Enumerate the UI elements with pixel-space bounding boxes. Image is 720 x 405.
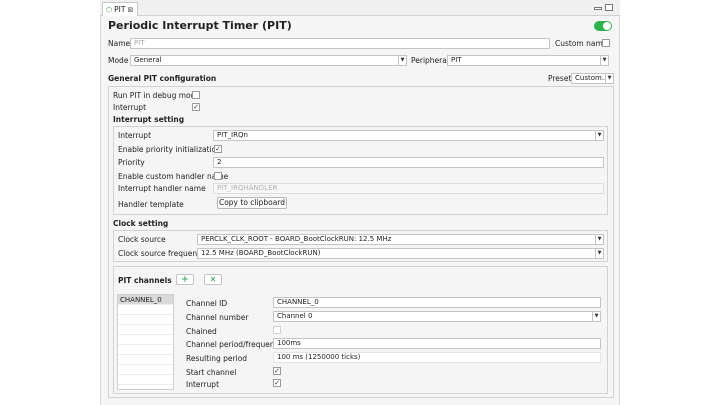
priority-label: Priority [118,158,145,167]
list-item-empty [118,365,173,375]
custom-name-checkbox[interactable] [602,39,610,47]
preset-select[interactable]: Custom... ▼ [571,73,614,84]
chevron-down-icon: ▼ [600,56,608,65]
channel-interrupt-checkbox[interactable]: ✓ [273,379,281,387]
list-item-empty [118,305,173,315]
channel-list: CHANNEL_0 [117,294,174,390]
chained-checkbox [273,326,281,334]
channel-period-field[interactable]: 100ms [273,338,601,349]
component-icon: ⬡ [106,5,113,14]
interrupt-setting-heading: Interrupt setting [113,115,185,124]
chevron-down-icon: ▼ [592,312,600,321]
custom-handler-label: Enable custom handler name [118,172,229,181]
preset-label: Preset [548,74,572,83]
list-item-empty [118,335,173,345]
handler-name-label: Interrupt handler name [118,184,206,193]
preset-value: Custom... [575,74,609,82]
clock-frequency-label: Clock source frequency [118,249,206,258]
chevron-down-icon: ▼ [595,131,603,140]
enable-toggle[interactable] [594,21,612,31]
handler-template-label: Handler template [118,200,184,209]
chained-label: Chained [186,327,217,336]
run-debug-label: Run PIT in debug mode [113,91,200,100]
list-item-empty [118,315,173,325]
clock-source-select[interactable]: PERCLK_CLK_ROOT - BOARD_BootClockRUN: 12… [197,234,604,245]
irq-label: Interrupt [118,131,152,140]
add-channel-icon[interactable]: + [176,274,194,285]
chevron-down-icon: ▼ [605,74,613,83]
clock-source-label: Clock source [118,235,166,244]
maximize-icon[interactable] [605,4,613,11]
channel-number-label: Channel number [186,313,249,322]
minimize-icon[interactable] [594,7,602,10]
channel-id-label: Channel ID [186,299,228,308]
tab-label: PIT [114,5,126,14]
peripheral-value: PIT [451,56,462,64]
list-item-empty [118,355,173,365]
resulting-period-value: 100 ms (1250000 ticks) [273,352,601,363]
start-channel-checkbox[interactable]: ✓ [273,367,281,375]
chevron-down-icon: ▼ [595,235,603,244]
irq-value: PIT_IRQn [217,131,248,139]
clock-frequency-value: 12.5 MHz (BOARD_BootClockRUN) [201,249,321,257]
tab-pit[interactable]: ⬡ PIT ⊠ [102,2,138,16]
remove-channel-icon[interactable]: ✕ [204,274,222,285]
channel-period-label: Channel period/frequency [186,340,284,349]
list-item-empty [118,325,173,335]
peripheral-label: Peripheral [411,56,449,65]
list-item-empty [118,375,173,385]
editor-tab-bar [100,0,620,16]
copy-to-clipboard-button[interactable]: Copy to clipboard [217,197,287,209]
mode-select[interactable]: General ▼ [130,55,407,66]
start-channel-label: Start channel [186,368,237,377]
peripheral-select[interactable]: PIT ▼ [447,55,609,66]
mode-value: General [134,56,162,64]
list-item-empty [118,345,173,355]
irq-select[interactable]: PIT_IRQn ▼ [213,130,604,141]
name-field[interactable]: PIT [130,38,550,49]
list-item[interactable]: CHANNEL_0 [118,295,173,305]
channel-interrupt-label: Interrupt [186,380,220,389]
enable-priority-checkbox[interactable]: ✓ [214,145,222,153]
clock-frequency-select[interactable]: 12.5 MHz (BOARD_BootClockRUN) ▼ [197,248,604,259]
custom-handler-checkbox[interactable] [214,172,222,180]
clock-source-value: PERCLK_CLK_ROOT - BOARD_BootClockRUN: 12… [201,235,392,243]
pit-channels-heading: PIT channels [118,276,172,285]
name-label: Name [108,39,131,48]
interrupt-checkbox[interactable]: ✓ [192,103,200,111]
mode-label: Mode [108,56,129,65]
clock-setting-heading: Clock setting [113,219,169,228]
interrupt-label: Interrupt [113,103,147,112]
chevron-down-icon: ▼ [398,56,406,65]
handler-name-field: PIT_IRQHANDLER [213,183,604,194]
channel-number-value: Channel 0 [277,312,313,320]
custom-name-label: Custom name [555,39,608,48]
enable-priority-label: Enable priority initialization [118,145,221,154]
chevron-down-icon: ▼ [595,249,603,258]
priority-field[interactable]: 2 [213,157,604,168]
tab-close-icon[interactable]: ⊠ [127,6,133,14]
resulting-period-label: Resulting period [186,354,248,363]
run-debug-checkbox[interactable] [192,91,200,99]
channel-number-select[interactable]: Channel 0 ▼ [273,311,601,322]
channel-id-field[interactable]: CHANNEL_0 [273,297,601,308]
general-config-heading: General PIT configuration [108,74,217,83]
page-title: Periodic Interrupt Timer (PIT) [108,19,292,32]
